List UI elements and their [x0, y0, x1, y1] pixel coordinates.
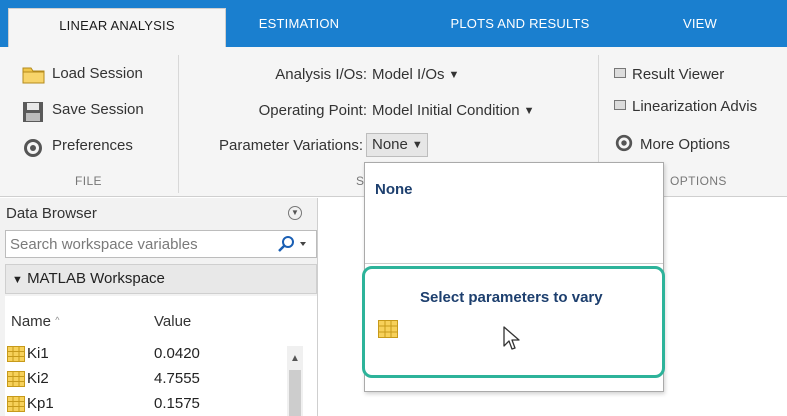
- gear-icon: [22, 137, 44, 163]
- vertical-scrollbar[interactable]: ▲: [287, 346, 303, 416]
- menu-item-none[interactable]: None: [375, 181, 413, 198]
- tab-plots-and-results[interactable]: PLOTS AND RESULTS: [420, 0, 620, 47]
- parameter-variations-dropdown[interactable]: None ▼: [366, 133, 428, 157]
- result-viewer-label: Result Viewer: [632, 66, 725, 83]
- file-group-label: FILE: [75, 174, 102, 188]
- analysis-ios-dropdown[interactable]: Model I/Os ▼: [372, 66, 459, 83]
- workspace-search-box: [5, 230, 317, 258]
- operating-point-label: Operating Point:: [258, 102, 367, 119]
- tab-estimation[interactable]: ESTIMATION: [238, 0, 360, 47]
- scrollbar-thumb[interactable]: [289, 370, 301, 416]
- workspace-header-label: MATLAB Workspace: [27, 270, 165, 287]
- variable-icon: [7, 346, 25, 366]
- analysis-ios-value: Model I/Os: [372, 66, 445, 83]
- variable-name: Ki2: [27, 370, 49, 387]
- data-browser-panel: Data Browser ▼ ▼ MATLAB Workspace Name ^…: [0, 198, 318, 416]
- parameter-variations-value: None: [372, 136, 408, 153]
- more-options-button[interactable]: More Options: [614, 133, 730, 157]
- caret-down-icon: ▼: [411, 139, 423, 151]
- data-browser-title: Data Browser: [6, 205, 97, 222]
- operating-point-dropdown[interactable]: Model Initial Condition ▼: [372, 102, 534, 119]
- name-column-label: Name: [11, 313, 52, 330]
- caret-down-icon: ▼: [448, 69, 460, 81]
- linearization-advisor-checkbox[interactable]: Linearization Advis: [614, 98, 757, 115]
- variable-icon: [7, 371, 25, 391]
- collapse-icon[interactable]: ▼: [288, 206, 302, 220]
- variable-name: Kp1: [27, 395, 54, 412]
- gear-icon: [614, 133, 634, 157]
- value-column-header[interactable]: Value: [154, 313, 191, 330]
- variable-value: 4.7555: [154, 370, 200, 387]
- scroll-up-arrow-icon[interactable]: ▲: [290, 353, 300, 364]
- more-options-label: More Options: [640, 136, 731, 153]
- group-divider: [178, 55, 179, 193]
- load-session-label: Load Session: [52, 65, 143, 82]
- menu-divider: [365, 263, 663, 264]
- linearization-advisor-label: Linearization Advis: [632, 98, 758, 115]
- workspace-section-header[interactable]: ▼ MATLAB Workspace: [5, 264, 317, 294]
- search-icon[interactable]: [276, 235, 310, 255]
- caret-down-icon: ▼: [523, 105, 535, 117]
- variable-icon: [7, 396, 25, 416]
- variable-name: Ki1: [27, 345, 49, 362]
- tab-view[interactable]: VIEW: [660, 0, 740, 47]
- workspace-search-input[interactable]: [10, 234, 262, 254]
- save-session-label: Save Session: [52, 101, 144, 118]
- tab-linear-analysis[interactable]: LINEAR ANALYSIS: [8, 8, 226, 47]
- variable-value: 0.1575: [154, 395, 200, 412]
- result-viewer-checkbox[interactable]: Result Viewer: [614, 66, 724, 83]
- sort-ascending-icon: ^: [55, 315, 60, 325]
- options-group-label: OPTIONS: [670, 174, 727, 188]
- table-row[interactable]: Ki2 4.7555: [5, 367, 287, 391]
- table-row[interactable]: Ki1 0.0420: [5, 342, 287, 366]
- highlight-annotation: [362, 266, 665, 378]
- toolstrip-tab-bar: LINEAR ANALYSIS ESTIMATION PLOTS AND RES…: [0, 0, 787, 47]
- folder-icon: [22, 65, 46, 89]
- workspace-variables-table: Name ^ Value Ki1 0.0420 Ki2 4.7555 Kp1 0…: [5, 296, 317, 416]
- preferences-label: Preferences: [52, 137, 133, 154]
- variable-value: 0.0420: [154, 345, 200, 362]
- name-column-header[interactable]: Name ^: [11, 313, 59, 330]
- operating-point-value: Model Initial Condition: [372, 102, 520, 119]
- analysis-ios-label: Analysis I/Os:: [275, 66, 367, 83]
- table-row[interactable]: Kp1 0.1575: [5, 392, 287, 416]
- expand-caret-icon: ▼: [12, 274, 23, 286]
- checkbox-icon: [614, 100, 626, 110]
- checkbox-icon: [614, 68, 626, 78]
- mouse-pointer-icon: [502, 325, 522, 356]
- parameter-variations-label: Parameter Variations:: [219, 137, 363, 154]
- save-disk-icon: [22, 101, 44, 127]
